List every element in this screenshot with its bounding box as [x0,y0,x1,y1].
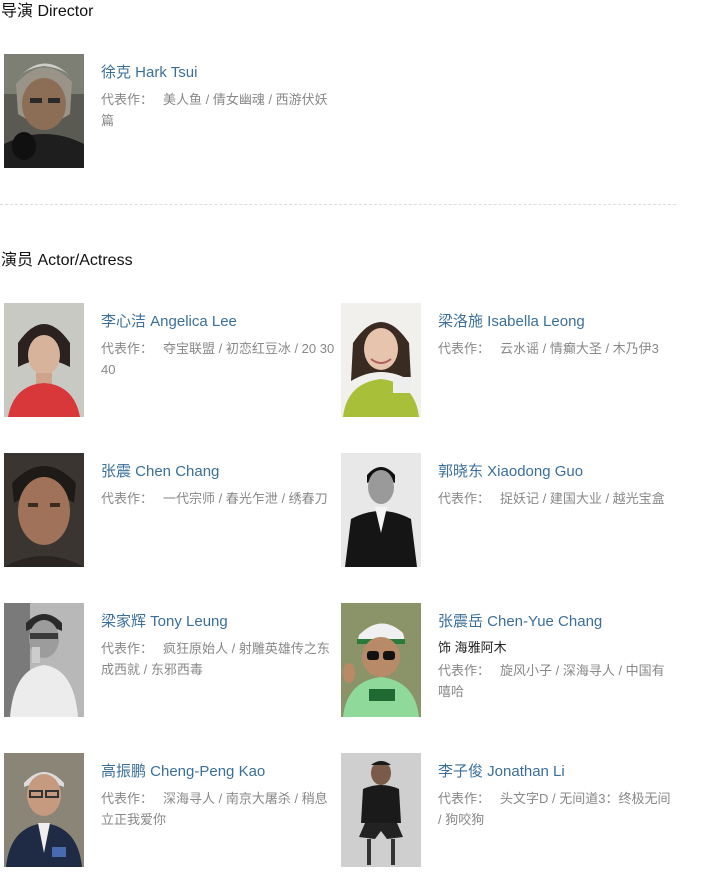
works-label: 代表作： [438,341,491,356]
director-card: 徐克 Hark Tsui 代表作： 美人鱼 / 倩女幽魂 / 西游伏妖篇 [0,54,337,169]
actor-works: 代表作： 捉妖记 / 建国大业 / 越光宝盒 [438,488,674,509]
actor-section-title: 演员 Actor/Actress [1,252,133,269]
actor-name-link[interactable]: 高振鹏 Cheng-Peng Kao [101,762,337,782]
actor-name-link[interactable]: 梁家辉 Tony Leung [101,612,337,632]
actor-works: 代表作： 一代宗师 / 春光乍泄 / 绣春刀 [101,488,337,509]
actor-works: 代表作： 疯狂原始人 / 射雕英雄传之东成西就 / 东邪西毒 [101,638,337,680]
actor-photo[interactable] [4,603,84,717]
actor-works: 代表作： 深海寻人 / 南京大屠杀 / 稍息立正我爱你 [101,788,337,830]
actor-name-link[interactable]: 张震 Chen Chang [101,462,337,482]
actor-photo[interactable] [341,303,421,417]
actor-name-link[interactable]: 张震岳 Chen-Yue Chang [438,612,674,632]
actor-card: 李子俊 Jonathan Li 代表作： 头文字D / 无间道3：终极无间 / 狗… [337,753,674,868]
works-label: 代表作： [101,92,154,107]
actor-works: 代表作： 夺宝联盟 / 初恋红豆冰 / 20 30 40 [101,338,337,380]
actor-name-link[interactable]: 郭晓东 Xiaodong Guo [438,462,674,482]
director-name-link[interactable]: 徐克 Hark Tsui [101,63,337,83]
actor-works: 代表作： 云水谣 / 情癫大圣 / 木乃伊3 [438,338,674,359]
works-label: 代表作： [101,791,154,806]
actor-card: 高振鹏 Cheng-Peng Kao 代表作： 深海寻人 / 南京大屠杀 / 稍息… [0,753,337,868]
works-label: 代表作： [438,791,491,806]
actor-works: 代表作： 头文字D / 无间道3：终极无间 / 狗咬狗 [438,788,674,830]
works-list: 云水谣 / 情癫大圣 / 木乃伊3 [500,341,659,356]
actor-card: 张震 Chen Chang 代表作： 一代宗师 / 春光乍泄 / 绣春刀 [0,453,337,568]
director-works: 代表作： 美人鱼 / 倩女幽魂 / 西游伏妖篇 [101,89,337,131]
works-label: 代表作： [101,641,154,656]
actor-card: 梁家辉 Tony Leung 代表作： 疯狂原始人 / 射雕英雄传之东成西就 / … [0,603,337,718]
actor-card: 李心洁 Angelica Lee 代表作： 夺宝联盟 / 初恋红豆冰 / 20 3… [0,303,337,418]
director-section-title: 导演 Director [1,3,94,20]
actor-card: 张震岳 Chen-Yue Chang 饰 海雅阿木 代表作： 旋风小子 / 深海寻… [337,603,674,718]
actor-card: 梁洛施 Isabella Leong 代表作： 云水谣 / 情癫大圣 / 木乃伊3 [337,303,674,418]
works-label: 代表作： [438,491,491,506]
actor-name-link[interactable]: 李子俊 Jonathan Li [438,762,674,782]
actor-name-link[interactable]: 梁洛施 Isabella Leong [438,312,674,332]
section-divider [0,204,676,205]
actor-photo[interactable] [4,453,84,567]
actor-card: 郭晓东 Xiaodong Guo 代表作： 捉妖记 / 建国大业 / 越光宝盒 [337,453,674,568]
works-list: 捉妖记 / 建国大业 / 越光宝盒 [500,491,665,506]
works-label: 代表作： [101,341,154,356]
works-list: 一代宗师 / 春光乍泄 / 绣春刀 [163,491,328,506]
actor-photo[interactable] [4,303,84,417]
works-label: 代表作： [101,491,154,506]
actor-photo[interactable] [341,603,421,717]
director-photo[interactable] [4,54,84,168]
actor-photo[interactable] [4,753,84,867]
actor-role: 饰 海雅阿木 [438,640,507,655]
actor-photo[interactable] [341,753,421,867]
actor-name-link[interactable]: 李心洁 Angelica Lee [101,312,337,332]
works-label: 代表作： [438,663,491,678]
actor-works: 代表作： 旋风小子 / 深海寻人 / 中国有嘻哈 [438,660,674,702]
actor-photo[interactable] [341,453,421,567]
